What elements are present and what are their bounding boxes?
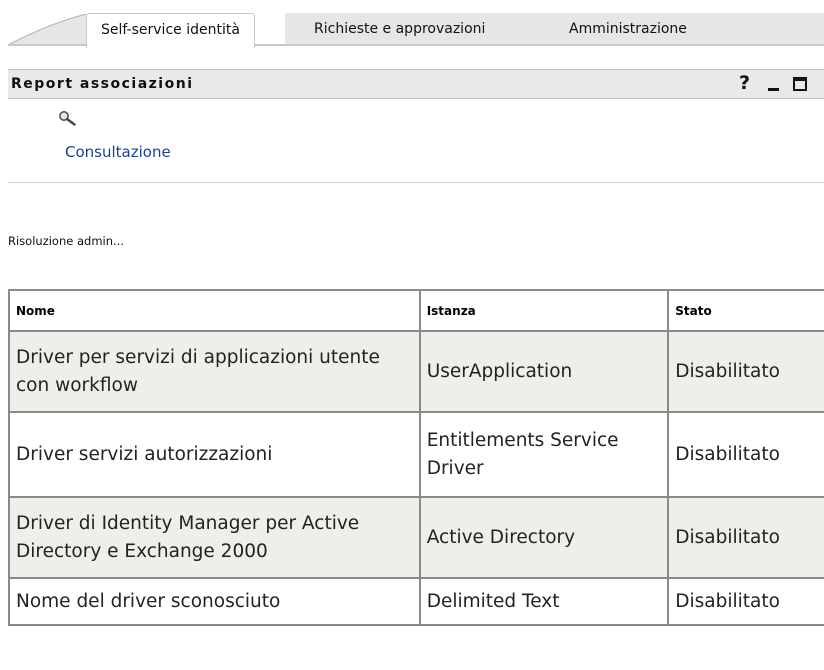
portlet-header: Report associazioni ? bbox=[8, 69, 824, 99]
tab-administration[interactable]: Amministrazione bbox=[555, 13, 701, 46]
association-table: Nome Istanza Stato Driver per servizi di… bbox=[8, 289, 824, 626]
cell-driver-name: Driver per servizi di applicazioni utent… bbox=[8, 330, 421, 413]
column-header-state[interactable]: Stato bbox=[667, 289, 824, 332]
minimize-icon[interactable] bbox=[768, 88, 779, 91]
separator bbox=[8, 182, 824, 183]
tab-bar: Self-service identità Richieste e approv… bbox=[0, 0, 824, 52]
help-button[interactable]: ? bbox=[739, 72, 750, 94]
table-row[interactable]: Driver servizi autorizzazioni Entitlemen… bbox=[8, 411, 824, 498]
status-text: Risoluzione admin... bbox=[8, 234, 124, 248]
table-row[interactable]: Driver per servizi di applicazioni utent… bbox=[8, 330, 824, 413]
tab-self-service[interactable]: Self-service identità bbox=[86, 13, 255, 48]
cell-state: Disabilitato bbox=[667, 577, 824, 626]
cell-instance: UserApplication bbox=[418, 330, 670, 413]
cell-driver-name: Nome del driver sconosciuto bbox=[8, 577, 421, 626]
cell-state: Disabilitato bbox=[667, 411, 824, 498]
cell-driver-name: Driver servizi autorizzazioni bbox=[8, 411, 421, 498]
search-link[interactable]: Consultazione bbox=[65, 143, 171, 161]
cell-driver-name: Driver di Identity Manager per Active Di… bbox=[8, 496, 421, 579]
tab-decoration bbox=[8, 14, 88, 46]
cell-state: Disabilitato bbox=[667, 496, 824, 579]
cell-instance: Entitlements Service Driver bbox=[418, 411, 670, 498]
table-row[interactable]: Nome del driver sconosciuto Delimited Te… bbox=[8, 577, 824, 626]
tab-requests[interactable]: Richieste e approvazioni bbox=[300, 13, 500, 46]
column-header-name[interactable]: Nome bbox=[8, 289, 421, 332]
cell-instance: Active Directory bbox=[418, 496, 670, 579]
table-header-row: Nome Istanza Stato bbox=[8, 289, 824, 332]
magnifier-icon[interactable] bbox=[58, 110, 76, 128]
column-header-instance[interactable]: Istanza bbox=[418, 289, 670, 332]
portlet-title: Report associazioni bbox=[11, 76, 194, 92]
table-row[interactable]: Driver di Identity Manager per Active Di… bbox=[8, 496, 824, 579]
cell-instance: Delimited Text bbox=[418, 577, 670, 626]
maximize-icon[interactable] bbox=[793, 77, 807, 91]
cell-state: Disabilitato bbox=[667, 330, 824, 413]
